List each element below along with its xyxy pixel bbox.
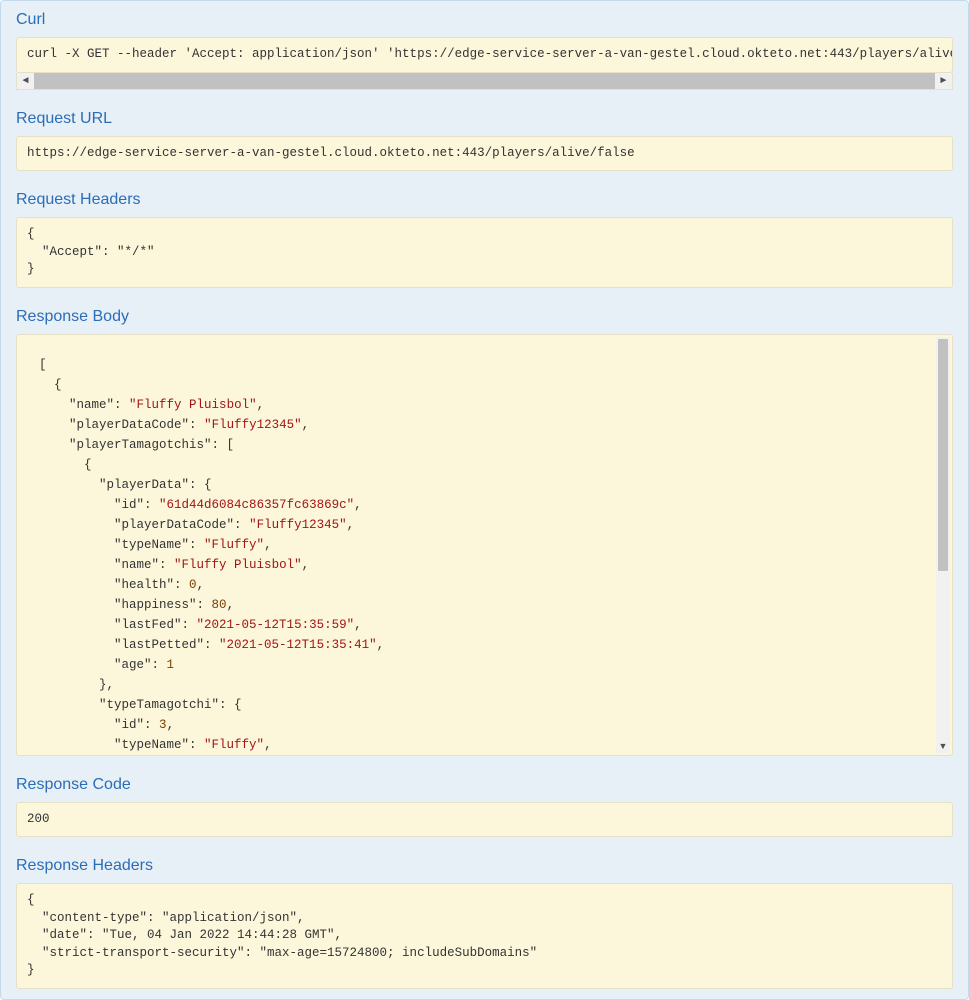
response-body-section: Response Body [ { "name": "Fluffy Pluisb… [1,298,968,766]
curl-horizontal-scrollbar[interactable]: ◄ ► [16,73,953,90]
request-url-code[interactable]: https://edge-service-server-a-van-gestel… [16,136,953,172]
curl-heading: Curl [16,11,953,29]
response-body-code[interactable]: [ { "name": "Fluffy Pluisbol", "playerDa… [17,335,952,755]
request-headers-code[interactable]: { "Accept": "*/*" } [16,217,953,288]
curl-section: Curl curl -X GET --header 'Accept: appli… [1,1,968,100]
scroll-right-icon[interactable]: ► [935,72,952,89]
response-vertical-scrollbar[interactable]: ▼ [936,337,950,753]
response-body-wrap: [ { "name": "Fluffy Pluisbol", "playerDa… [16,334,953,756]
response-code-section: Response Code 200 [1,766,968,848]
scroll-down-icon[interactable]: ▼ [936,739,950,753]
swagger-response-panel: Curl curl -X GET --header 'Accept: appli… [0,0,969,1000]
response-headers-section: Response Headers { "content-type": "appl… [1,847,968,999]
scroll-thumb[interactable] [938,339,948,572]
response-code-heading: Response Code [16,776,953,794]
request-headers-heading: Request Headers [16,191,953,209]
scroll-left-icon[interactable]: ◄ [17,72,34,89]
response-headers-heading: Response Headers [16,857,953,875]
request-headers-section: Request Headers { "Accept": "*/*" } [1,181,968,298]
curl-wrap: curl -X GET --header 'Accept: applicatio… [16,37,953,90]
response-headers-code[interactable]: { "content-type": "application/json", "d… [16,883,953,989]
scroll-track[interactable] [34,73,935,89]
request-url-section: Request URL https://edge-service-server-… [1,100,968,182]
curl-code[interactable]: curl -X GET --header 'Accept: applicatio… [16,37,953,73]
response-code-value[interactable]: 200 [16,802,953,838]
request-url-heading: Request URL [16,110,953,128]
response-body-heading: Response Body [16,308,953,326]
